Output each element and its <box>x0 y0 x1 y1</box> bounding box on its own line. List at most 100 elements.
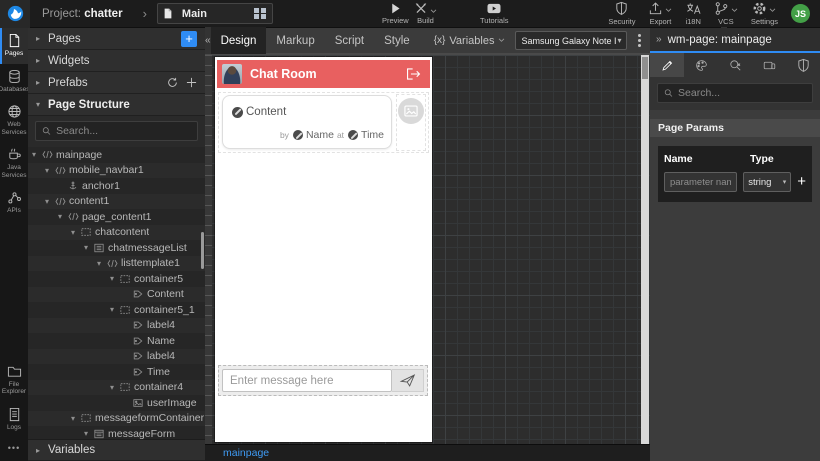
message-input[interactable] <box>222 369 392 392</box>
tree-item-container4[interactable]: ▾container4 <box>28 380 205 396</box>
param-type-select[interactable]: string ▾ <box>743 172 791 192</box>
settings-button[interactable]: Settings <box>751 0 778 28</box>
page-selector-dropdown[interactable]: Main <box>157 3 273 24</box>
tree-item-page_content1[interactable]: ▾page_content1 <box>28 209 205 225</box>
vcs-button[interactable]: VCS <box>714 0 738 28</box>
rail-item-file-explorer[interactable]: FileExplorer <box>0 359 28 402</box>
tree-expand-arrow[interactable]: ▾ <box>32 150 42 159</box>
section-pages[interactable]: ▸ Pages + <box>28 28 205 50</box>
logo-icon <box>7 5 24 22</box>
chat-message-list-widget[interactable]: Content by Name at Time <box>218 92 429 153</box>
section-variables[interactable]: ▸ Variables <box>28 439 205 461</box>
api-icon <box>7 190 22 205</box>
page-selector-value: Main <box>182 8 255 20</box>
tab-design[interactable]: Design <box>211 27 267 54</box>
tree-item-chatcontent[interactable]: ▾chatcontent <box>28 225 205 241</box>
section-page-structure[interactable]: ▾ Page Structure <box>28 94 205 116</box>
tree-expand-arrow[interactable]: ▾ <box>110 383 120 392</box>
tree-item-messageformContainer[interactable]: ▾messageformContainer <box>28 411 205 427</box>
device-selector[interactable]: Samsung Galaxy Note III ▾ <box>515 31 627 50</box>
app-window: Project: chatter › Main Preview Build <box>0 0 820 461</box>
tree-scrollbar[interactable] <box>201 232 204 269</box>
tab-security[interactable] <box>786 53 820 77</box>
tree-item-anchor1[interactable]: anchor1 <box>28 178 205 194</box>
param-name-input[interactable] <box>664 172 737 192</box>
i18n-button[interactable]: i18N <box>685 0 700 28</box>
more-options-button[interactable]: ••• <box>0 437 28 453</box>
tree-item-Name[interactable]: Name <box>28 333 205 349</box>
top-bar: Project: chatter › Main Preview Build <box>0 0 820 28</box>
import-prefab-icon[interactable] <box>186 77 197 88</box>
tree-expand-arrow[interactable]: ▾ <box>84 243 94 252</box>
tree-expand-arrow[interactable]: ▾ <box>97 259 107 268</box>
tree-expand-arrow[interactable]: ▾ <box>71 228 81 237</box>
refresh-icon[interactable] <box>167 77 178 88</box>
export-button[interactable]: Export <box>648 0 672 28</box>
page-grid-icon[interactable] <box>254 8 266 20</box>
tree-expand-arrow[interactable]: ▾ <box>45 197 55 206</box>
security-button[interactable]: Security <box>608 0 635 28</box>
wavemaker-logo[interactable] <box>0 0 30 28</box>
tree-item-Content[interactable]: Content <box>28 287 205 303</box>
user-image-widget[interactable] <box>396 94 426 151</box>
add-page-button[interactable]: + <box>181 31 197 47</box>
build-tools-icon <box>414 2 428 15</box>
rail-item-databases[interactable]: Databases <box>0 64 28 100</box>
tree-expand-arrow[interactable]: ▾ <box>110 274 120 283</box>
search-input[interactable] <box>56 125 191 137</box>
variables-menu-button[interactable]: {x} Variables <box>434 35 506 47</box>
rail-item-web-services[interactable]: WebServices <box>0 99 28 142</box>
rail-item-java-services[interactable]: JavaServices <box>0 142 28 185</box>
preview-button[interactable]: Preview <box>382 0 409 28</box>
tab-style[interactable]: Style <box>374 27 420 54</box>
tree-item-messageForm[interactable]: ▾messageForm <box>28 426 205 439</box>
send-button[interactable] <box>392 369 424 392</box>
content-label: Content <box>246 106 286 118</box>
search-icon <box>664 88 673 98</box>
label-icon <box>133 351 147 361</box>
tree-item-content1[interactable]: ▾content1 <box>28 194 205 210</box>
tree-item-mainpage[interactable]: ▾mainpage <box>28 147 205 163</box>
canvas-scrollbar[interactable] <box>641 55 649 444</box>
tree-item-Time[interactable]: Time <box>28 364 205 380</box>
tree-item-container5_1[interactable]: ▾container5_1 <box>28 302 205 318</box>
logout-icon[interactable] <box>405 67 422 81</box>
tree-item-label4[interactable]: label4 <box>28 318 205 334</box>
tree-expand-arrow[interactable]: ▾ <box>45 166 55 175</box>
tab-properties[interactable] <box>650 53 684 77</box>
tree-expand-arrow[interactable]: ▾ <box>71 414 81 423</box>
tree-expand-arrow[interactable]: ▾ <box>84 429 94 438</box>
tab-events[interactable] <box>718 53 752 77</box>
properties-search-input[interactable] <box>678 87 806 99</box>
collapse-panel-icon[interactable]: » <box>650 34 668 45</box>
mobile-navbar-widget[interactable]: Chat Room <box>217 60 430 88</box>
section-prefabs[interactable]: ▸ Prefabs <box>28 72 205 94</box>
tree-item-listtemplate1[interactable]: ▾listtemplate1 <box>28 256 205 272</box>
tree-item-userImage[interactable]: userImage <box>28 395 205 411</box>
tab-styles[interactable] <box>684 53 718 77</box>
tree-item-mobile_navbar1[interactable]: ▾mobile_navbar1 <box>28 163 205 179</box>
rail-item-logs[interactable]: Logs <box>0 402 28 438</box>
build-button[interactable]: Build <box>414 0 437 28</box>
phone-preview[interactable]: Chat Room Content by Nam <box>215 57 432 442</box>
rail-item-apis[interactable]: APIs <box>0 185 28 221</box>
code-icon <box>55 197 69 206</box>
section-widgets[interactable]: ▸ Widgets <box>28 50 205 72</box>
design-canvas[interactable]: Chat Room Content by Nam <box>205 55 650 444</box>
user-avatar[interactable]: JS <box>791 4 810 23</box>
rail-item-pages[interactable]: Pages <box>0 28 28 64</box>
tab-markup[interactable]: Markup <box>266 27 324 54</box>
tree-item-container5[interactable]: ▾container5 <box>28 271 205 287</box>
tab-device[interactable] <box>752 53 786 77</box>
more-actions-kebab[interactable] <box>635 34 644 47</box>
properties-tabs <box>650 53 820 77</box>
tutorials-button[interactable]: Tutorials <box>480 0 508 28</box>
tree-item-label4[interactable]: label4 <box>28 349 205 365</box>
add-param-button[interactable]: + <box>797 175 806 189</box>
tab-script[interactable]: Script <box>325 27 374 54</box>
message-card[interactable]: Content by Name at Time <box>222 95 392 149</box>
tree-item-chatmessageList[interactable]: ▾chatmessageList <box>28 240 205 256</box>
open-page-tab-mainpage[interactable]: mainpage <box>223 447 269 459</box>
tree-expand-arrow[interactable]: ▾ <box>58 212 68 221</box>
tree-expand-arrow[interactable]: ▾ <box>110 305 120 314</box>
